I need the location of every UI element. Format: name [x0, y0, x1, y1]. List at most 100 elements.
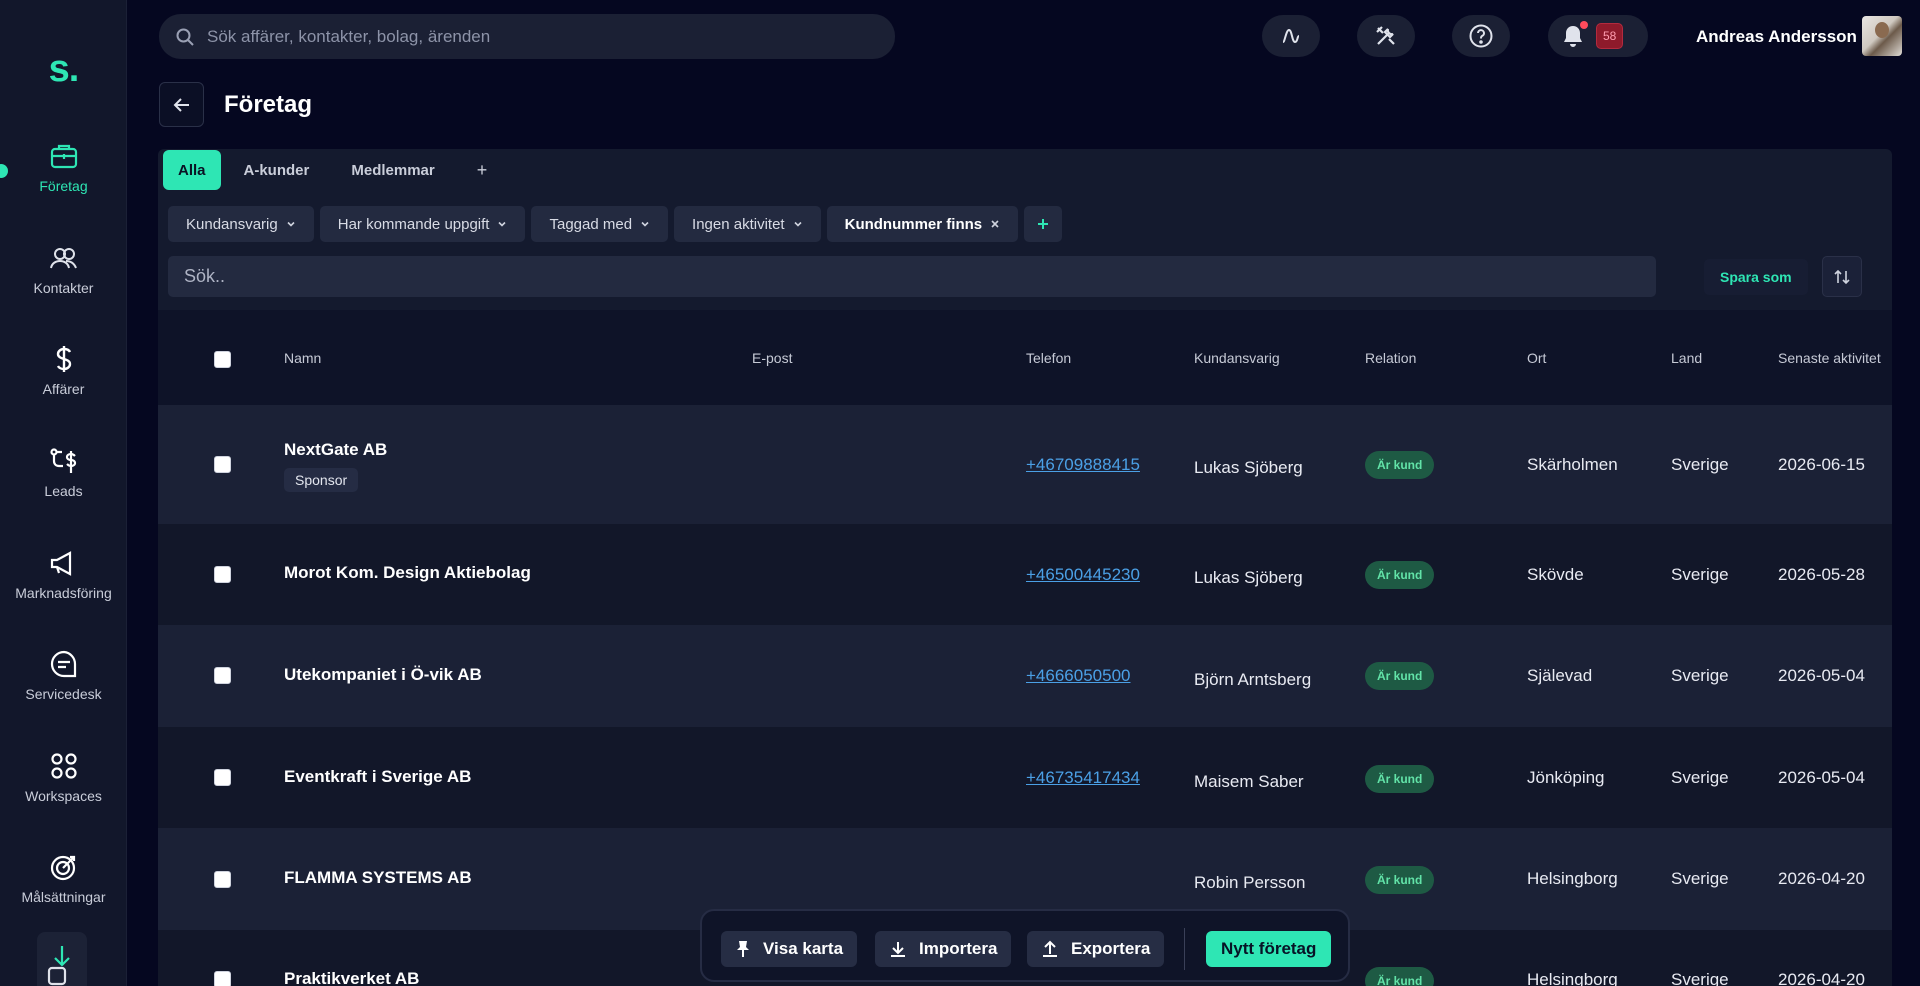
users-icon — [49, 248, 77, 269]
column-header-city[interactable]: Ort — [1527, 350, 1546, 366]
sidebar-item-label: Affärer — [42, 381, 85, 397]
relation-badge: Är kund — [1365, 866, 1435, 894]
show-map-button[interactable]: Visa karta — [721, 931, 858, 967]
close-icon[interactable] — [990, 219, 1000, 229]
column-header-last-activity[interactable]: Senaste aktivitet — [1778, 350, 1881, 366]
table-row[interactable]: Utekompaniet i Ö-vik AB +4666050500 Björ… — [158, 625, 1892, 727]
global-search-input[interactable]: Sök affärer, kontakter, bolag, ärenden — [159, 14, 895, 59]
row-checkbox[interactable] — [214, 456, 231, 473]
owner: Lukas Sjöberg — [1194, 458, 1303, 477]
target-icon — [50, 855, 75, 881]
filter-kundnummer-finns[interactable]: Kundnummer finns — [826, 206, 1019, 242]
brand-logo[interactable]: s. — [0, 48, 127, 91]
company-name[interactable]: Praktikverket AB — [284, 969, 419, 986]
list-search-input[interactable]: Sök.. — [168, 256, 1656, 297]
company-name[interactable]: Eventkraft i Sverige AB — [284, 767, 471, 787]
avatar[interactable] — [1862, 16, 1902, 56]
briefcase-icon — [50, 144, 77, 169]
tab-a-kunder[interactable]: A-kunder — [225, 150, 329, 190]
sort-button[interactable] — [1822, 256, 1862, 297]
button-label: Exportera — [1071, 939, 1151, 958]
filter-label: Har kommande uppgift — [337, 215, 490, 233]
table-row[interactable]: Eventkraft i Sverige AB +46735417434 Mai… — [158, 727, 1892, 828]
table-row[interactable]: NextGate AB Sponsor +46709888415 Lukas S… — [158, 405, 1892, 524]
add-tab-button[interactable]: + — [458, 150, 507, 190]
company-tag: Sponsor — [284, 468, 359, 492]
sidebar-item-foretag[interactable]: Företag — [0, 140, 127, 194]
add-filter-button[interactable] — [1024, 206, 1063, 242]
upload-icon — [1043, 940, 1057, 957]
column-header-phone[interactable]: Telefon — [1026, 350, 1071, 366]
filter-har-kommande-uppgift[interactable]: Har kommande uppgift — [319, 206, 526, 242]
sidebar-item-servicedesk[interactable]: Servicedesk — [0, 648, 127, 702]
select-all-checkbox[interactable] — [214, 351, 231, 368]
sidebar-item-kontakter[interactable]: Kontakter — [0, 242, 127, 296]
import-button[interactable]: Importera — [875, 931, 1012, 967]
row-checkbox[interactable] — [214, 769, 231, 786]
column-header-owner[interactable]: Kundansvarig — [1194, 350, 1280, 366]
notification-dot — [1580, 21, 1588, 29]
column-header-relation[interactable]: Relation — [1365, 350, 1416, 366]
company-name[interactable]: Utekompaniet i Ö-vik AB — [284, 665, 482, 685]
save-as-button[interactable]: Spara som — [1704, 259, 1808, 295]
column-header-country[interactable]: Land — [1671, 350, 1702, 366]
button-label: Visa karta — [763, 939, 844, 958]
tab-alla[interactable]: Alla — [163, 150, 221, 190]
filter-ingen-aktivitet[interactable]: Ingen aktivitet — [674, 206, 821, 242]
row-checkbox[interactable] — [214, 971, 231, 986]
filter-kundansvarig[interactable]: Kundansvarig — [168, 206, 314, 242]
country: Sverige — [1671, 565, 1729, 584]
sidebar-item-affarer[interactable]: Affärer — [0, 343, 127, 397]
sidebar-item-malsattningar[interactable]: Målsättningar — [0, 851, 127, 905]
search-icon — [176, 28, 194, 46]
city: Själevad — [1527, 666, 1593, 685]
phone-link[interactable]: +46735417434 — [1026, 768, 1140, 788]
bottom-action-bar: Visa karta Importera Exportera Nytt före… — [700, 909, 1350, 982]
help-button[interactable] — [1452, 15, 1510, 57]
help-icon — [1469, 24, 1493, 48]
filter-taggad-med[interactable]: Taggad med — [531, 206, 669, 242]
sidebar-item-label: Kontakter — [33, 280, 94, 296]
country: Sverige — [1671, 666, 1729, 685]
owner: Lukas Sjöberg — [1194, 568, 1303, 587]
company-name[interactable]: FLAMMA SYSTEMS AB — [284, 868, 472, 888]
company-name[interactable]: NextGate AB — [284, 440, 387, 460]
button-label: Importera — [919, 939, 998, 958]
phone-link[interactable]: +46500445230 — [1026, 565, 1140, 585]
sidebar-item-workspaces[interactable]: Workspaces — [0, 750, 127, 804]
sidebar-item-marknadsforing[interactable]: Marknadsföring — [0, 547, 127, 601]
grid-circles-icon — [50, 753, 77, 779]
table-row[interactable]: Morot Kom. Design Aktiebolag +4650044523… — [158, 524, 1892, 625]
column-header-email[interactable]: E-post — [752, 350, 792, 366]
row-checkbox[interactable] — [214, 667, 231, 684]
filter-label: Kundnummer finns — [844, 215, 983, 233]
new-company-button[interactable]: Nytt företag — [1206, 931, 1332, 967]
arrow-left-icon — [173, 97, 189, 112]
chat-icon — [50, 650, 76, 678]
export-button[interactable]: Exportera — [1027, 931, 1165, 967]
leads-icon — [49, 448, 76, 473]
column-header-name[interactable]: Namn — [284, 350, 321, 366]
user-name[interactable]: Andreas Andersson — [1696, 27, 1857, 47]
row-checkbox[interactable] — [214, 871, 231, 888]
row-checkbox[interactable] — [214, 566, 231, 583]
sidebar: s. Företag Kontakter Affärer Leads Markn… — [0, 0, 127, 986]
download-widget[interactable] — [37, 932, 87, 986]
company-name[interactable]: Morot Kom. Design Aktiebolag — [284, 563, 531, 583]
last-activity: 2026-06-15 — [1778, 455, 1865, 474]
sidebar-item-leads[interactable]: Leads — [0, 445, 127, 499]
last-activity: 2026-04-20 — [1778, 970, 1865, 986]
sidebar-item-label: Leads — [44, 483, 83, 499]
city: Jönköping — [1527, 768, 1605, 787]
phone-link[interactable]: +4666050500 — [1026, 666, 1130, 686]
filter-bar: Kundansvarig Har kommande uppgift Taggad… — [168, 206, 1063, 242]
phone-link[interactable]: +46709888415 — [1026, 455, 1140, 475]
back-button[interactable] — [159, 82, 204, 127]
tab-medlemmar[interactable]: Medlemmar — [332, 150, 453, 190]
notifications-button[interactable]: 58 — [1548, 15, 1648, 57]
chevron-down-icon — [641, 221, 649, 227]
pulse-icon — [1282, 28, 1300, 44]
activity-button[interactable] — [1262, 15, 1320, 57]
sidebar-item-label: Servicedesk — [25, 686, 102, 702]
tools-button[interactable] — [1357, 15, 1415, 57]
